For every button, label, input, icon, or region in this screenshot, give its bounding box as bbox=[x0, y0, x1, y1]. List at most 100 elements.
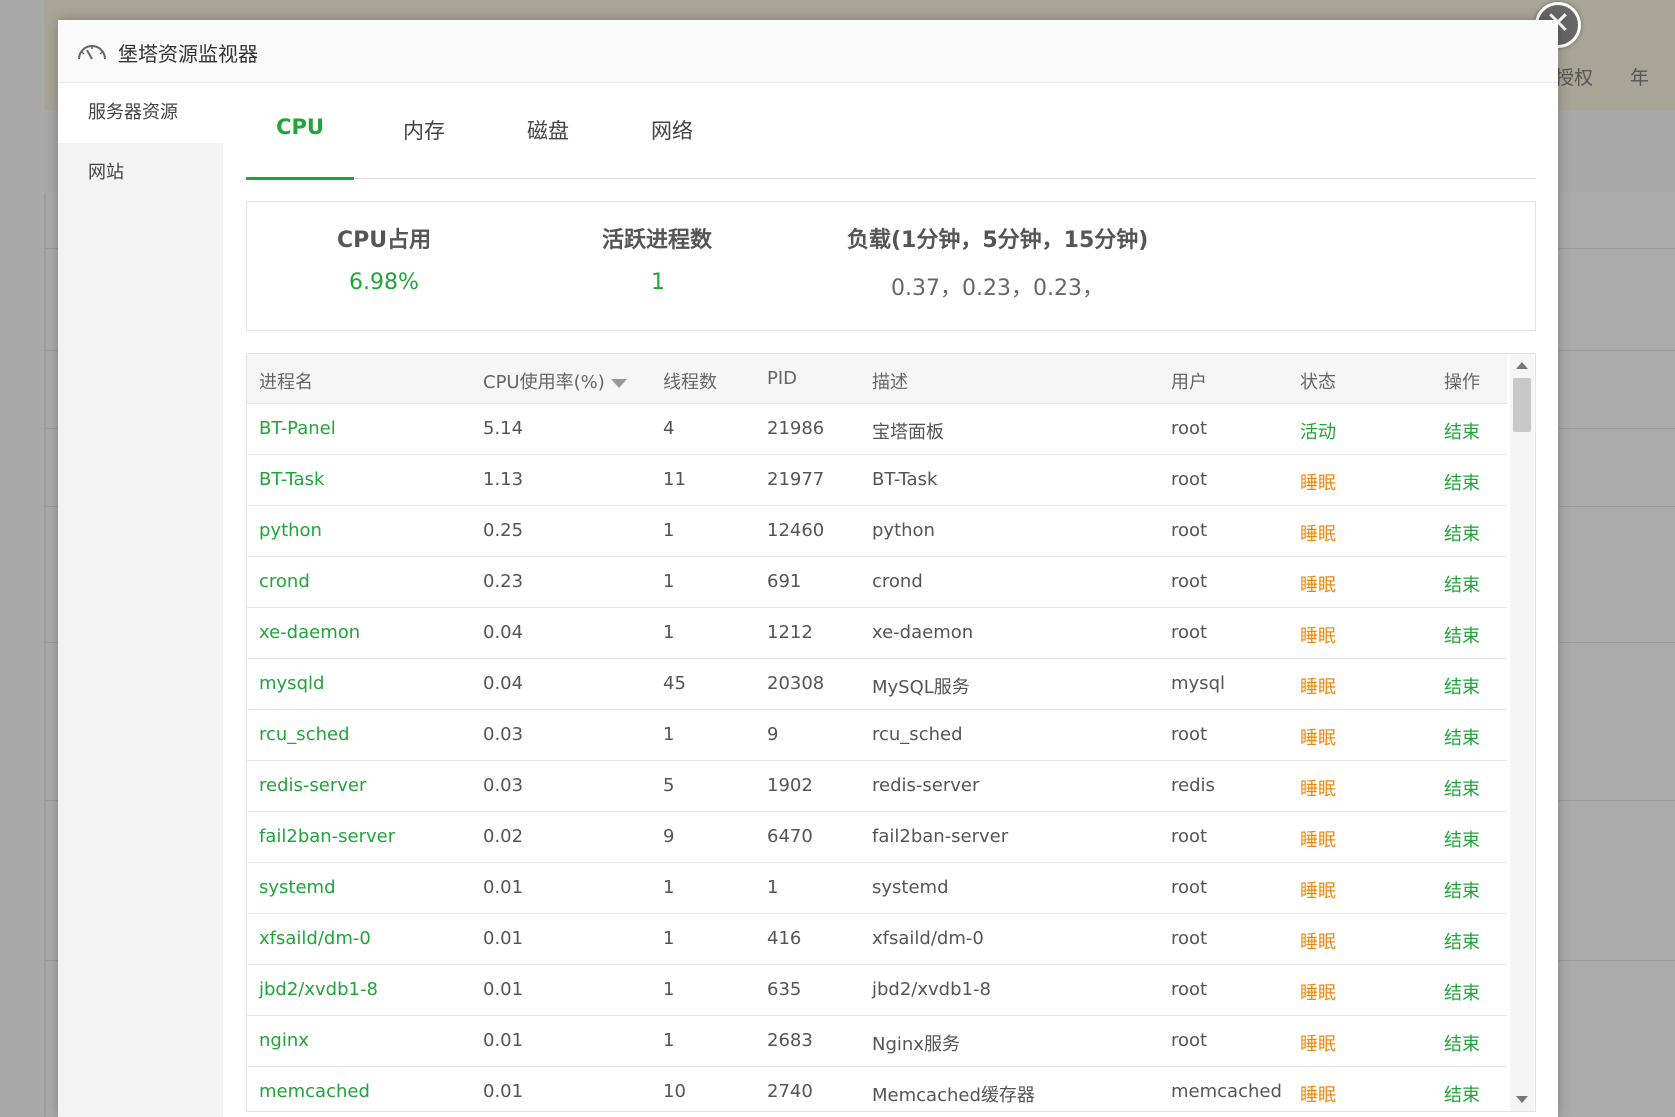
process-name[interactable]: BT-Task bbox=[259, 469, 324, 490]
cpu-usage: 0.04 bbox=[483, 673, 524, 694]
process-name[interactable]: mysqld bbox=[259, 673, 324, 694]
pid: 2740 bbox=[767, 1081, 813, 1102]
kill-button[interactable]: 结束 bbox=[1444, 622, 1480, 648]
user: redis bbox=[1171, 775, 1215, 796]
table-row: python 0.25 1 12460 python root 睡眠 结束 bbox=[247, 506, 1507, 557]
thread-count: 1 bbox=[663, 979, 675, 1000]
kill-button[interactable]: 结束 bbox=[1444, 928, 1480, 954]
kill-button[interactable]: 结束 bbox=[1444, 469, 1480, 495]
description: systemd bbox=[872, 877, 949, 898]
kill-button[interactable]: 结束 bbox=[1444, 1030, 1480, 1056]
kill-button[interactable]: 结束 bbox=[1444, 520, 1480, 546]
pid: 1 bbox=[767, 877, 779, 898]
process-name[interactable]: systemd bbox=[259, 877, 336, 898]
user: root bbox=[1171, 418, 1208, 439]
scroll-thumb[interactable] bbox=[1513, 378, 1531, 432]
cpu-usage: 5.14 bbox=[483, 418, 524, 439]
process-name[interactable]: crond bbox=[259, 571, 310, 592]
load-value: 0.37，0.23，0.23， bbox=[891, 276, 1104, 301]
kill-button[interactable]: 结束 bbox=[1444, 1081, 1480, 1107]
table-row: BT-Task 1.13 11 21977 BT-Task root 睡眠 结束 bbox=[247, 455, 1507, 506]
table-row: nginx 0.01 1 2683 Nginx服务 root 睡眠 结束 bbox=[247, 1016, 1507, 1067]
process-name[interactable]: fail2ban-server bbox=[259, 826, 395, 847]
kill-button[interactable]: 结束 bbox=[1444, 418, 1480, 444]
sidebar-item-server-resources[interactable]: 服务器资源 bbox=[58, 83, 223, 143]
thread-count: 1 bbox=[663, 520, 675, 541]
table-row: xe-daemon 0.04 1 1212 xe-daemon root 睡眠 结束 bbox=[247, 608, 1507, 659]
process-name[interactable]: memcached bbox=[259, 1081, 370, 1102]
user: root bbox=[1171, 571, 1208, 592]
tab-memory[interactable]: 内存 bbox=[370, 115, 478, 177]
tab-disk[interactable]: 磁盘 bbox=[494, 115, 602, 177]
pid: 21977 bbox=[767, 469, 825, 490]
kill-button[interactable]: 结束 bbox=[1444, 724, 1480, 750]
thread-count: 1 bbox=[663, 622, 675, 643]
description: crond bbox=[872, 571, 923, 592]
process-name[interactable]: BT-Panel bbox=[259, 418, 336, 439]
status: 睡眠 bbox=[1300, 626, 1336, 647]
scroll-down-icon[interactable] bbox=[1516, 1096, 1528, 1103]
tab-cpu[interactable]: CPU bbox=[246, 115, 354, 180]
status: 活动 bbox=[1300, 422, 1336, 443]
cpu-usage-value: 6.98% bbox=[349, 270, 419, 295]
process-name[interactable]: xe-daemon bbox=[259, 622, 360, 643]
user: root bbox=[1171, 826, 1208, 847]
pid: 20308 bbox=[767, 673, 825, 694]
process-name[interactable]: rcu_sched bbox=[259, 724, 350, 745]
description: 宝塔面板 bbox=[872, 422, 944, 443]
kill-button[interactable]: 结束 bbox=[1444, 775, 1480, 801]
thread-count: 1 bbox=[663, 877, 675, 898]
tab-bar: CPU 内存 磁盘 网络 bbox=[246, 83, 1536, 180]
process-name[interactable]: nginx bbox=[259, 1030, 309, 1051]
kill-button[interactable]: 结束 bbox=[1444, 571, 1480, 597]
background-text-auth: 授权 bbox=[1555, 67, 1594, 89]
description: python bbox=[872, 520, 935, 541]
header-name[interactable]: 进程名 bbox=[259, 368, 313, 394]
pid: 6470 bbox=[767, 826, 813, 847]
table-scrollbar[interactable] bbox=[1510, 354, 1534, 1111]
user: root bbox=[1171, 1030, 1208, 1051]
thread-count: 45 bbox=[663, 673, 686, 694]
user: root bbox=[1171, 877, 1208, 898]
user: memcached bbox=[1171, 1081, 1282, 1102]
process-name[interactable]: python bbox=[259, 520, 322, 541]
table-header: 进程名 CPU使用率(%) 线程数 PID 描述 用户 状态 操作 bbox=[247, 354, 1507, 404]
process-name[interactable]: xfsaild/dm-0 bbox=[259, 928, 371, 949]
cpu-usage: 0.03 bbox=[483, 724, 524, 745]
pid: 691 bbox=[767, 571, 802, 592]
table-row: BT-Panel 5.14 4 21986 宝塔面板 root 活动 结束 bbox=[247, 404, 1507, 455]
header-user[interactable]: 用户 bbox=[1171, 368, 1207, 394]
header-status: 状态 bbox=[1300, 372, 1336, 393]
description: Nginx服务 bbox=[872, 1034, 960, 1055]
thread-count: 1 bbox=[663, 928, 675, 949]
cpu-usage: 0.25 bbox=[483, 520, 524, 541]
thread-count: 9 bbox=[663, 826, 675, 847]
kill-button[interactable]: 结束 bbox=[1444, 877, 1480, 903]
modal-title: 堡塔资源监视器 bbox=[118, 42, 258, 66]
resource-monitor-modal: 堡塔资源监视器 服务器资源 网站 CPU 内存 磁盘 网络 CPU占用 6.98… bbox=[58, 20, 1558, 1117]
sidebar-item-websites[interactable]: 网站 bbox=[58, 143, 223, 203]
status: 睡眠 bbox=[1300, 932, 1336, 953]
cpu-usage: 0.02 bbox=[483, 826, 524, 847]
sidebar: 服务器资源 网站 bbox=[58, 83, 223, 1117]
process-name[interactable]: redis-server bbox=[259, 775, 366, 796]
pid: 2683 bbox=[767, 1030, 813, 1051]
user: mysql bbox=[1171, 673, 1225, 694]
cpu-usage: 0.01 bbox=[483, 928, 524, 949]
user: root bbox=[1171, 469, 1208, 490]
header-threads[interactable]: 线程数 bbox=[663, 368, 717, 394]
header-cpu[interactable]: CPU使用率(%) bbox=[483, 368, 627, 394]
thread-count: 11 bbox=[663, 469, 686, 490]
scroll-up-icon[interactable] bbox=[1516, 362, 1528, 369]
status: 睡眠 bbox=[1300, 677, 1336, 698]
kill-button[interactable]: 结束 bbox=[1444, 826, 1480, 852]
kill-button[interactable]: 结束 bbox=[1444, 673, 1480, 699]
process-name[interactable]: jbd2/xvdb1-8 bbox=[259, 979, 378, 1000]
header-pid[interactable]: PID bbox=[767, 368, 797, 389]
main-content: CPU 内存 磁盘 网络 CPU占用 6.98% 活跃进程数 1 负载(1分钟，… bbox=[246, 83, 1536, 1117]
header-cpu-label: CPU使用率(%) bbox=[483, 372, 605, 393]
cpu-stats-panel: CPU占用 6.98% 活跃进程数 1 负载(1分钟，5分钟，15分钟) 0.3… bbox=[246, 201, 1536, 331]
tab-network[interactable]: 网络 bbox=[618, 115, 726, 177]
kill-button[interactable]: 结束 bbox=[1444, 979, 1480, 1005]
status: 睡眠 bbox=[1300, 779, 1336, 800]
